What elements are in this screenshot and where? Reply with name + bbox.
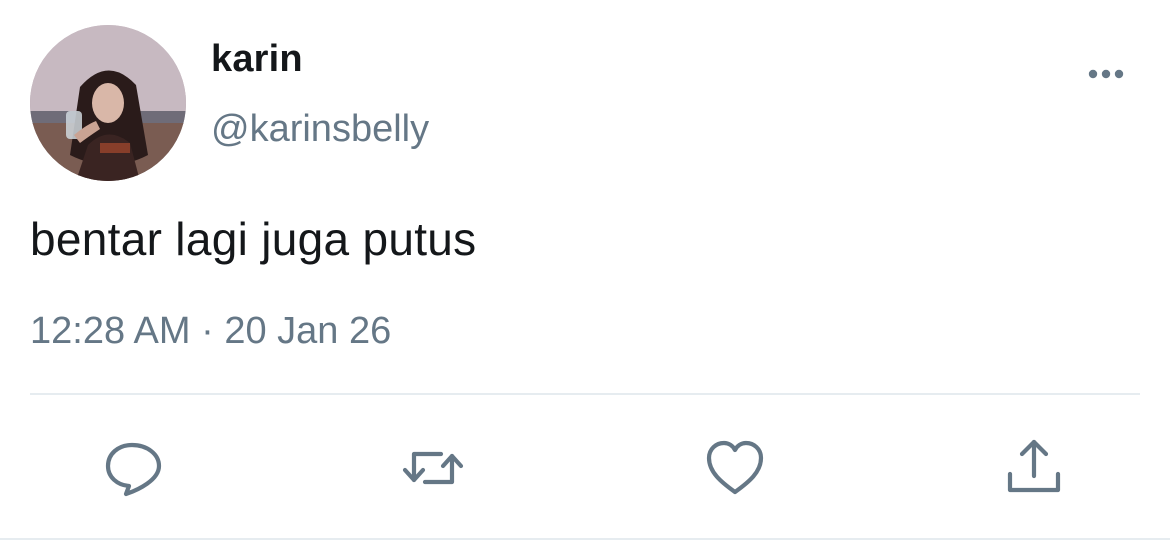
bottom-divider: [0, 538, 1170, 540]
retweet-icon: [402, 451, 464, 485]
avatar[interactable]: [30, 25, 186, 181]
heart-icon: [706, 440, 764, 495]
avatar-image: [30, 25, 186, 181]
reply-button[interactable]: [102, 436, 166, 500]
tweet-time: 12:28 AM: [30, 310, 191, 352]
display-name[interactable]: karin: [211, 38, 303, 81]
tweet-text: bentar lagi juga putus: [30, 213, 477, 265]
more-dots-icon: [1088, 69, 1124, 79]
timestamp-separator: ·: [201, 310, 214, 352]
user-handle[interactable]: @karinsbelly: [211, 108, 429, 151]
tweet-card: karin @karinsbelly bentar lagi juga putu…: [0, 0, 1170, 558]
like-button[interactable]: [703, 436, 767, 500]
tweet-timestamp[interactable]: 12:28 AM · 20 Jan 26: [30, 310, 391, 353]
divider: [30, 393, 1140, 395]
retweet-button[interactable]: [401, 436, 465, 500]
reply-icon: [105, 442, 162, 497]
share-icon: [1007, 439, 1061, 493]
tweet-date: 20 Jan 26: [224, 310, 392, 352]
more-options-button[interactable]: [1086, 61, 1130, 87]
share-button[interactable]: [1002, 436, 1066, 500]
